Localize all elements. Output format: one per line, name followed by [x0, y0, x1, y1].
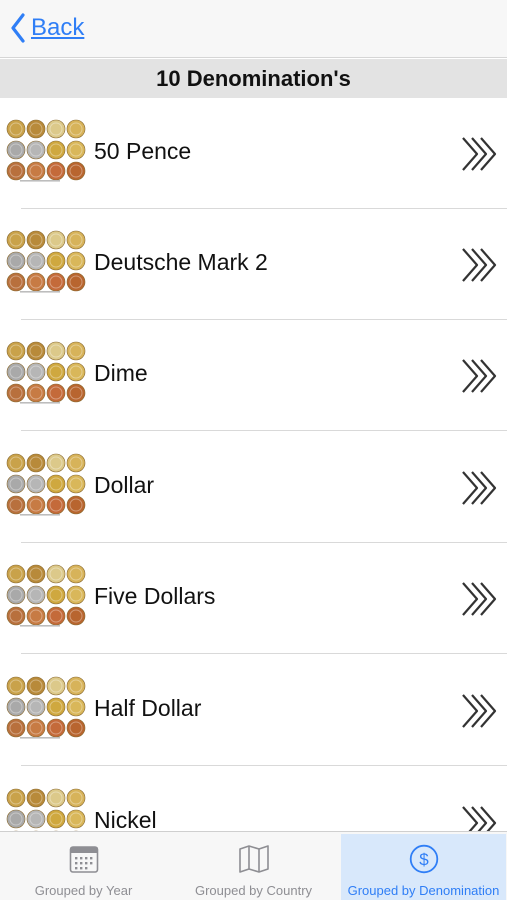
triple-chevron-right-icon — [461, 470, 499, 511]
map-icon — [238, 844, 270, 879]
section-title: 10 Denomination's — [156, 65, 351, 91]
list-item-label: Dime — [94, 360, 148, 386]
back-label: Back — [31, 14, 85, 41]
coins-thumbnail — [6, 341, 88, 410]
coins-thumbnail — [6, 119, 88, 188]
row-separator — [21, 653, 507, 654]
coins-thumbnail — [6, 453, 88, 522]
back-button[interactable]: Back — [10, 12, 84, 44]
triple-chevron-right-icon — [461, 693, 499, 734]
triple-chevron-right-icon — [461, 247, 499, 288]
list-item[interactable]: Five Dollars — [0, 543, 507, 654]
list-item-label: Dollar — [94, 472, 155, 498]
list-item-label: Nickel — [94, 807, 157, 831]
list-item[interactable]: Dollar — [0, 432, 507, 543]
triple-chevron-right-icon — [461, 136, 499, 177]
list-item[interactable]: 50 Pence — [0, 98, 507, 209]
list-item[interactable]: Half Dollar — [0, 655, 507, 766]
coins-thumbnail — [6, 564, 88, 633]
dollar-circle-icon: $ — [409, 844, 439, 879]
triple-chevron-right-icon — [461, 805, 499, 831]
tab-label: Grouped by Denomination — [347, 883, 500, 898]
denomination-list: 50 Pence Deutsche Mark 2 Dime Dollar Fiv… — [0, 98, 507, 831]
triple-chevron-right-icon — [461, 581, 499, 622]
list-item[interactable]: Dime — [0, 320, 507, 431]
list-item[interactable]: Nickel — [0, 767, 507, 831]
tab-grouped-by-denomination[interactable]: $ Grouped by Denomination — [341, 834, 506, 900]
tab-label: Grouped by Year — [34, 883, 133, 898]
coins-thumbnail — [6, 676, 88, 745]
row-separator — [21, 430, 507, 431]
tab-bar: Grouped by Year Grouped by Country $ Gro… — [0, 831, 507, 900]
list-item-label: Half Dollar — [94, 695, 202, 721]
chevron-left-icon — [10, 13, 26, 43]
list-item-label: Deutsche Mark 2 — [94, 249, 268, 275]
tab-label: Grouped by Country — [194, 883, 313, 898]
coins-thumbnail — [6, 788, 88, 831]
tab-grouped-by-country[interactable]: Grouped by Country — [170, 834, 337, 900]
list-item-label: 50 Pence — [94, 138, 192, 164]
list-item-label: Five Dollars — [94, 583, 216, 609]
svg-text:$: $ — [419, 850, 429, 869]
tab-grouped-by-year[interactable]: Grouped by Year — [0, 834, 167, 900]
coins-thumbnail — [6, 230, 88, 299]
list-item[interactable]: Deutsche Mark 2 — [0, 209, 507, 320]
navigation-bar: Back — [0, 0, 507, 58]
section-header: 10 Denomination's — [0, 59, 507, 98]
row-separator — [21, 765, 507, 766]
triple-chevron-right-icon — [461, 358, 499, 399]
calendar-icon — [69, 844, 99, 879]
